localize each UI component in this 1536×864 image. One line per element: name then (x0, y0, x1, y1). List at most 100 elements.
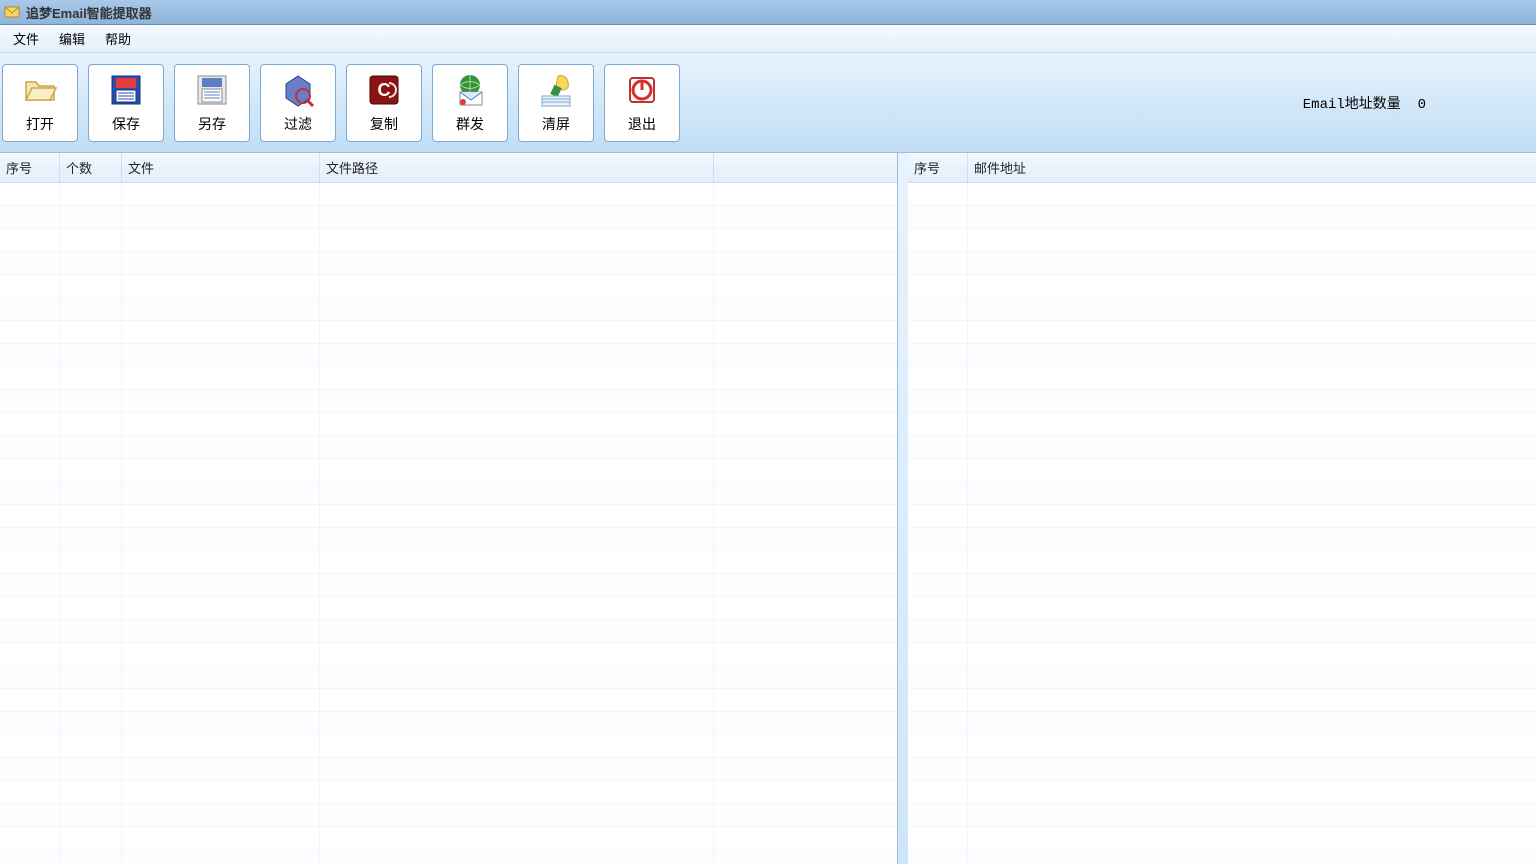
copy-label: 复制 (370, 114, 398, 134)
table-row[interactable] (0, 321, 897, 344)
menu-file[interactable]: 文件 (3, 26, 49, 51)
table-row[interactable] (0, 758, 897, 781)
save-button[interactable]: 保存 (88, 64, 164, 142)
table-row[interactable] (0, 252, 897, 275)
left-col-0[interactable]: 序号 (0, 153, 60, 182)
table-row[interactable] (0, 597, 897, 620)
table-row[interactable] (908, 643, 1536, 666)
table-row[interactable] (0, 344, 897, 367)
table-row[interactable] (908, 344, 1536, 367)
table-row[interactable] (908, 712, 1536, 735)
table-row[interactable] (908, 367, 1536, 390)
right-table-body[interactable] (908, 183, 1536, 864)
copy-icon: C (366, 72, 402, 108)
table-row[interactable] (0, 183, 897, 206)
clear-label: 清屏 (542, 114, 570, 134)
table-row[interactable] (908, 298, 1536, 321)
copy-button[interactable]: C 复制 (346, 64, 422, 142)
svg-text:C: C (378, 80, 391, 100)
table-row[interactable] (0, 413, 897, 436)
splitter[interactable] (898, 153, 908, 864)
table-row[interactable] (0, 712, 897, 735)
save-as-icon (194, 72, 230, 108)
open-button[interactable]: 打开 (2, 64, 78, 142)
table-row[interactable] (0, 735, 897, 758)
table-row[interactable] (908, 413, 1536, 436)
filter-button[interactable]: 过滤 (260, 64, 336, 142)
table-row[interactable] (0, 804, 897, 827)
table-row[interactable] (908, 459, 1536, 482)
left-col-2[interactable]: 文件 (122, 153, 320, 182)
table-row[interactable] (0, 367, 897, 390)
menu-edit[interactable]: 编辑 (49, 26, 95, 51)
table-row[interactable] (0, 643, 897, 666)
table-row[interactable] (0, 298, 897, 321)
mass-send-button[interactable]: 群发 (432, 64, 508, 142)
email-count-display: Email地址数量 0 (1303, 93, 1426, 113)
table-row[interactable] (0, 551, 897, 574)
content-area: 序号个数文件文件路径 序号邮件地址 (0, 153, 1536, 864)
table-row[interactable] (908, 505, 1536, 528)
table-row[interactable] (908, 183, 1536, 206)
table-row[interactable] (0, 528, 897, 551)
table-row[interactable] (908, 689, 1536, 712)
right-col-0[interactable]: 序号 (908, 153, 968, 182)
table-row[interactable] (908, 827, 1536, 850)
exit-button[interactable]: 退出 (604, 64, 680, 142)
left-col-4[interactable] (714, 153, 897, 182)
left-pane: 序号个数文件文件路径 (0, 153, 898, 864)
exit-icon (624, 72, 660, 108)
filter-label: 过滤 (284, 114, 312, 134)
table-row[interactable] (0, 505, 897, 528)
exit-label: 退出 (628, 114, 656, 134)
table-row[interactable] (908, 206, 1536, 229)
table-row[interactable] (908, 781, 1536, 804)
open-label: 打开 (26, 114, 54, 134)
table-row[interactable] (0, 850, 897, 864)
mass-send-icon (452, 72, 488, 108)
table-row[interactable] (0, 781, 897, 804)
clear-button[interactable]: 清屏 (518, 64, 594, 142)
table-row[interactable] (908, 758, 1536, 781)
table-row[interactable] (908, 666, 1536, 689)
table-row[interactable] (908, 574, 1536, 597)
table-row[interactable] (908, 321, 1536, 344)
table-row[interactable] (0, 827, 897, 850)
table-row[interactable] (0, 666, 897, 689)
right-col-1[interactable]: 邮件地址 (968, 153, 1536, 182)
left-table-body[interactable] (0, 183, 897, 864)
table-row[interactable] (0, 229, 897, 252)
table-row[interactable] (0, 482, 897, 505)
table-row[interactable] (0, 390, 897, 413)
table-row[interactable] (908, 275, 1536, 298)
table-row[interactable] (908, 597, 1536, 620)
left-col-3[interactable]: 文件路径 (320, 153, 714, 182)
filter-icon (280, 72, 316, 108)
mass-send-label: 群发 (456, 114, 484, 134)
menu-help[interactable]: 帮助 (95, 26, 141, 51)
window-title: 追梦Email智能提取器 (26, 3, 152, 22)
table-row[interactable] (908, 390, 1536, 413)
table-row[interactable] (908, 804, 1536, 827)
table-row[interactable] (0, 275, 897, 298)
email-count-label: Email地址数量 (1303, 97, 1401, 113)
table-row[interactable] (0, 689, 897, 712)
table-row[interactable] (0, 574, 897, 597)
right-table-header: 序号邮件地址 (908, 153, 1536, 183)
table-row[interactable] (0, 459, 897, 482)
left-col-1[interactable]: 个数 (60, 153, 122, 182)
table-row[interactable] (0, 206, 897, 229)
table-row[interactable] (0, 436, 897, 459)
table-row[interactable] (908, 735, 1536, 758)
table-row[interactable] (908, 620, 1536, 643)
table-row[interactable] (908, 229, 1536, 252)
table-row[interactable] (908, 850, 1536, 864)
table-row[interactable] (0, 620, 897, 643)
clear-screen-icon (538, 72, 574, 108)
table-row[interactable] (908, 252, 1536, 275)
save-as-button[interactable]: 另存 (174, 64, 250, 142)
table-row[interactable] (908, 436, 1536, 459)
table-row[interactable] (908, 551, 1536, 574)
table-row[interactable] (908, 482, 1536, 505)
table-row[interactable] (908, 528, 1536, 551)
